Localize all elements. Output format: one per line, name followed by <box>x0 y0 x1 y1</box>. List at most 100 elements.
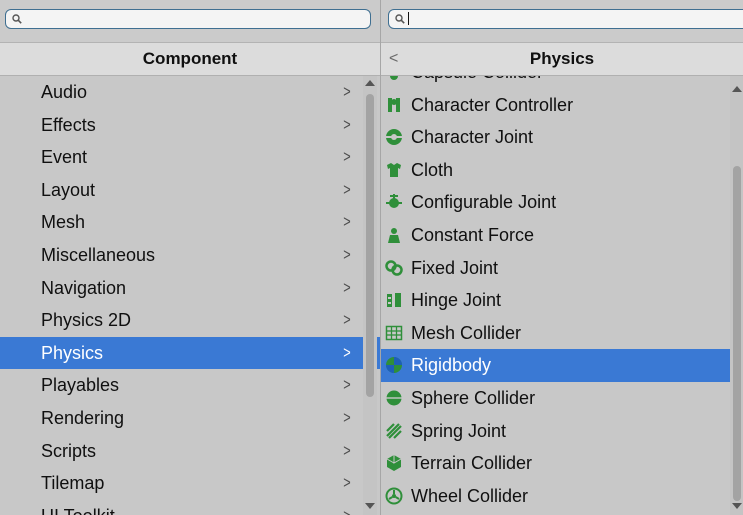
scroll-down-arrow-icon[interactable] <box>732 503 742 509</box>
component-label: Sphere Collider <box>411 387 536 408</box>
component-item-terrain-collider[interactable]: Terrain Collider <box>381 447 743 480</box>
chevron-right-icon: > <box>343 473 351 493</box>
chevron-right-icon: > <box>343 179 351 199</box>
chevron-right-icon: > <box>343 114 351 134</box>
category-item-mesh[interactable]: Mesh > <box>0 206 380 239</box>
category-item-scripts[interactable]: Scripts > <box>0 435 380 468</box>
component-item-cloth[interactable]: Cloth <box>381 154 743 187</box>
wheel-collider-icon <box>385 487 403 505</box>
search-bar <box>0 0 380 43</box>
category-item-physics-2d[interactable]: Physics 2D > <box>0 304 380 337</box>
chevron-right-icon: > <box>343 147 351 167</box>
category-label: Audio <box>41 82 88 102</box>
component-label: Terrain Collider <box>411 453 533 474</box>
panel-title: Physics <box>529 49 595 68</box>
chevron-right-icon: > <box>343 212 351 232</box>
category-item-navigation[interactable]: Navigation > <box>0 272 380 305</box>
component-item-hinge-joint[interactable]: Hinge Joint <box>381 284 743 317</box>
character-joint-icon <box>386 129 402 146</box>
category-label: Miscellaneous <box>41 244 156 265</box>
category-item-ui-toolkit[interactable]: UI Toolkit > <box>0 500 380 515</box>
rigidbody-icon <box>386 357 402 374</box>
component-label: Cloth <box>411 159 454 180</box>
component-item-capsule-collider[interactable]: Capsule Collider <box>381 76 743 89</box>
search-icon <box>12 14 22 24</box>
sphere-collider-icon <box>386 390 402 406</box>
category-item-effects[interactable]: Effects > <box>0 109 380 142</box>
category-item-event[interactable]: Event > <box>0 141 380 174</box>
chevron-right-icon: > <box>343 440 351 460</box>
search-box[interactable] <box>388 9 743 29</box>
component-item-wheel-collider[interactable]: Wheel Collider <box>381 480 743 513</box>
scroll-down-arrow-icon[interactable] <box>365 503 375 509</box>
component-label: Fixed Joint <box>411 257 499 278</box>
spring-joint-icon <box>386 422 402 439</box>
category-item-playables[interactable]: Playables > <box>0 369 380 402</box>
component-item-fixed-joint[interactable]: Fixed Joint <box>381 252 743 285</box>
component-item-mesh-collider[interactable]: Mesh Collider <box>381 317 743 350</box>
component-label: Capsule Collider <box>411 76 543 82</box>
category-label: Effects <box>41 114 96 135</box>
component-item-character-controller[interactable]: Character Controller <box>381 89 743 122</box>
category-label: Layout <box>41 179 96 200</box>
category-label: Scripts <box>41 440 97 461</box>
chevron-right-icon: > <box>343 342 351 362</box>
chevron-right-icon: > <box>343 82 351 101</box>
category-label: Rendering <box>41 407 125 428</box>
component-item-rigidbody[interactable]: Rigidbody <box>381 349 743 382</box>
scroll-thumb[interactable] <box>366 94 374 397</box>
scroll-thumb[interactable] <box>733 166 741 501</box>
search-input[interactable] <box>409 11 743 26</box>
chevron-right-icon: > <box>343 244 351 264</box>
panel-title: Component <box>142 49 238 68</box>
search-box[interactable] <box>5 9 371 29</box>
component-item-spring-joint[interactable]: Spring Joint <box>381 415 743 448</box>
search-bar <box>381 0 743 43</box>
search-icon <box>395 14 405 24</box>
search-input[interactable] <box>26 11 364 26</box>
scrollbar[interactable] <box>730 76 743 515</box>
panel-header: Component <box>0 43 380 76</box>
scroll-up-arrow-icon[interactable] <box>365 80 375 86</box>
component-label: Mesh Collider <box>411 322 522 343</box>
chevron-right-icon: > <box>343 407 351 427</box>
terrain-collider-icon <box>386 455 402 472</box>
capsule-collider-icon <box>390 76 398 80</box>
category-item-tilemap[interactable]: Tilemap > <box>0 467 380 500</box>
fixed-joint-icon <box>385 259 403 276</box>
component-label: Hinge Joint <box>411 290 502 311</box>
character-controller-icon <box>388 97 400 112</box>
category-label: Physics 2D <box>41 310 132 331</box>
component-item-configurable-joint[interactable]: Configurable Joint <box>381 186 743 219</box>
category-item-layout[interactable]: Layout > <box>0 174 380 207</box>
scroll-up-arrow-icon[interactable] <box>732 86 742 92</box>
category-item-physics[interactable]: Physics > <box>0 336 380 370</box>
hinge-joint-icon <box>387 293 401 308</box>
component-label: Wheel Collider <box>411 485 529 506</box>
category-label: Event <box>41 147 88 168</box>
category-label: UI Toolkit <box>41 506 115 515</box>
component-item-character-joint[interactable]: Character Joint <box>381 121 743 154</box>
back-arrow-icon[interactable]: < <box>389 43 398 75</box>
category-label: Playables <box>41 375 120 396</box>
component-label: Configurable Joint <box>411 192 557 213</box>
component-item-sphere-collider[interactable]: Sphere Collider <box>381 382 743 415</box>
category-label: Physics <box>41 342 104 363</box>
component-pane: Component Audio > Effects > Event > Layout > Mes… <box>0 0 380 515</box>
component-label: Constant Force <box>411 224 535 245</box>
category-list: Audio > Effects > Event > Layout > Mesh > Miscella… <box>0 76 380 515</box>
mesh-collider-icon <box>385 325 403 340</box>
physics-pane: < Physics Capsule Collider Character Cont… <box>381 0 743 515</box>
component-label: Character Joint <box>411 127 534 148</box>
component-label: Spring Joint <box>411 420 507 441</box>
cloth-icon <box>387 162 401 177</box>
component-label: Character Controller <box>411 94 574 115</box>
component-item-constant-force[interactable]: Constant Force <box>381 219 743 252</box>
scrollbar[interactable] <box>363 76 377 515</box>
chevron-right-icon: > <box>343 375 351 395</box>
chevron-right-icon: > <box>343 277 351 297</box>
category-item-miscellaneous[interactable]: Miscellaneous > <box>0 239 380 272</box>
category-item-rendering[interactable]: Rendering > <box>0 402 380 435</box>
chevron-right-icon: > <box>343 500 350 515</box>
category-item-audio[interactable]: Audio > <box>0 76 380 109</box>
